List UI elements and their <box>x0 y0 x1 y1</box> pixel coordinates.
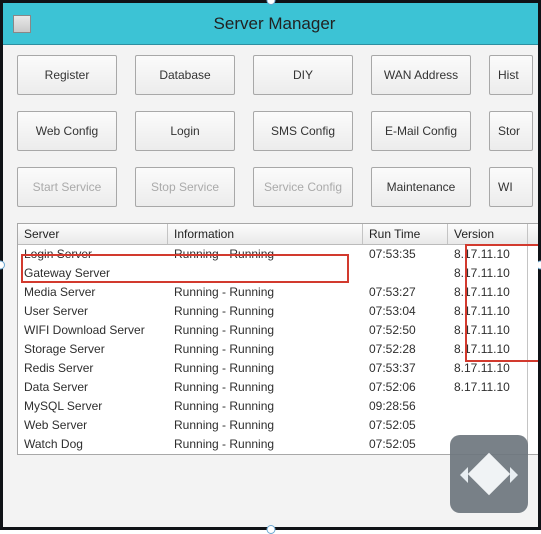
toolbar-row: Register Database DIY WAN Address Hist <box>17 55 538 95</box>
chevron-right-icon <box>510 467 518 483</box>
toolbar-button-maintenance[interactable]: Maintenance <box>371 167 471 207</box>
nav-pad-center-icon <box>468 453 510 495</box>
table-row[interactable]: WIFI Download ServerRunning - Running07:… <box>18 321 538 340</box>
table-row[interactable]: Media ServerRunning - Running07:53:278.1… <box>18 283 538 302</box>
cell-server: Redis Server <box>18 359 168 378</box>
cell-server: Gateway Server <box>18 264 168 283</box>
titlebar[interactable]: Server Manager <box>3 3 538 45</box>
cell-info: Running - Running <box>168 378 363 397</box>
toolbar-row: Web Config Login SMS Config E-Mail Config St… <box>17 111 538 151</box>
table-row[interactable]: Login ServerRunning - Running07:53:358.1… <box>18 245 538 264</box>
cell-info <box>168 264 363 283</box>
cell-info: Running - Running <box>168 340 363 359</box>
col-version[interactable]: Version <box>448 224 528 244</box>
cell-info: Running - Running <box>168 416 363 435</box>
cell-ver: 8.17.11.10 <box>448 321 528 340</box>
cell-time: 07:52:28 <box>363 340 448 359</box>
cell-info: Running - Running <box>168 321 363 340</box>
toolbar-button-start-service: Start Service <box>17 167 117 207</box>
toolbar-button-stor[interactable]: Stor <box>489 111 533 151</box>
table-row[interactable]: Storage ServerRunning - Running07:52:288… <box>18 340 538 359</box>
cell-time: 07:52:50 <box>363 321 448 340</box>
toolbar-row: Start Service Stop Service Service Config M… <box>17 167 538 207</box>
cell-ver: 8.17.11.10 <box>448 378 528 397</box>
cell-server: Media Server <box>18 283 168 302</box>
cell-server: Storage Server <box>18 340 168 359</box>
toolbar-button-wi[interactable]: WI <box>489 167 533 207</box>
cell-time: 09:28:56 <box>363 397 448 416</box>
cell-time <box>363 264 448 283</box>
cell-info: Running - Running <box>168 359 363 378</box>
cell-info: Running - Running <box>168 397 363 416</box>
toolbar-button-hist[interactable]: Hist <box>489 55 533 95</box>
table-row[interactable]: Web ServerRunning - Running07:52:05 <box>18 416 538 435</box>
toolbar-button-sms-config[interactable]: SMS Config <box>253 111 353 151</box>
table-row[interactable]: MySQL ServerRunning - Running09:28:56 <box>18 397 538 416</box>
toolbar-button-wan-address[interactable]: WAN Address <box>371 55 471 95</box>
cell-server: Data Server <box>18 378 168 397</box>
cell-time: 07:52:05 <box>363 435 448 454</box>
cell-info: Running - Running <box>168 302 363 321</box>
toolbar-button-stop-service: Stop Service <box>135 167 235 207</box>
table-row[interactable]: Data ServerRunning - Running07:52:068.17… <box>18 378 538 397</box>
cell-ver <box>448 416 528 435</box>
cell-ver: 8.17.11.10 <box>448 264 528 283</box>
cell-server: User Server <box>18 302 168 321</box>
toolbar-button-diy[interactable]: DIY <box>253 55 353 95</box>
chevron-left-icon <box>460 467 468 483</box>
cell-ver: 8.17.11.10 <box>448 340 528 359</box>
client-area: Register Database DIY WAN Address Hist Web Co… <box>3 45 538 527</box>
table-header: Server Information Run Time Version <box>18 224 538 245</box>
cell-time: 07:53:04 <box>363 302 448 321</box>
col-server[interactable]: Server <box>18 224 168 244</box>
cell-server: MySQL Server <box>18 397 168 416</box>
cell-ver: 8.17.11.10 <box>448 245 528 264</box>
toolbar-button-login[interactable]: Login <box>135 111 235 151</box>
toolbar-button-service-config: Service Config <box>253 167 353 207</box>
table-row[interactable]: Gateway Server 8.17.11.10 <box>18 264 538 283</box>
col-runtime[interactable]: Run Time <box>363 224 448 244</box>
cell-ver: 8.17.11.10 <box>448 359 528 378</box>
cell-server: Login Server <box>18 245 168 264</box>
cell-time: 07:52:06 <box>363 378 448 397</box>
cell-ver: 8.17.11.10 <box>448 283 528 302</box>
cell-time: 07:53:37 <box>363 359 448 378</box>
col-info[interactable]: Information <box>168 224 363 244</box>
cell-server: WIFI Download Server <box>18 321 168 340</box>
cell-ver: 8.17.11.10 <box>448 302 528 321</box>
toolbar-button-database[interactable]: Database <box>135 55 235 95</box>
table-body: Login ServerRunning - Running07:53:358.1… <box>18 245 538 454</box>
window-frame: Server Manager Register Database DIY WAN Ad… <box>0 0 541 530</box>
app-icon <box>13 15 31 33</box>
cell-time: 07:53:35 <box>363 245 448 264</box>
cell-info: Running - Running <box>168 435 363 454</box>
toolbar-button-web-config[interactable]: Web Config <box>17 111 117 151</box>
cell-time: 07:53:27 <box>363 283 448 302</box>
table-row[interactable]: Redis ServerRunning - Running07:53:378.1… <box>18 359 538 378</box>
cell-info: Running - Running <box>168 283 363 302</box>
cell-info: Running - Running <box>168 245 363 264</box>
window-title: Server Manager <box>31 14 538 34</box>
toolbar-button-e-mail-config[interactable]: E-Mail Config <box>371 111 471 151</box>
cell-time: 07:52:05 <box>363 416 448 435</box>
cell-server: Web Server <box>18 416 168 435</box>
toolbar: Register Database DIY WAN Address Hist Web Co… <box>17 55 538 207</box>
nav-pad[interactable] <box>450 435 528 513</box>
toolbar-button-register[interactable]: Register <box>17 55 117 95</box>
cell-server: Watch Dog <box>18 435 168 454</box>
cell-ver <box>448 397 528 416</box>
server-table: Server Information Run Time Version Logi… <box>17 223 538 455</box>
table-row[interactable]: User ServerRunning - Running07:53:048.17… <box>18 302 538 321</box>
